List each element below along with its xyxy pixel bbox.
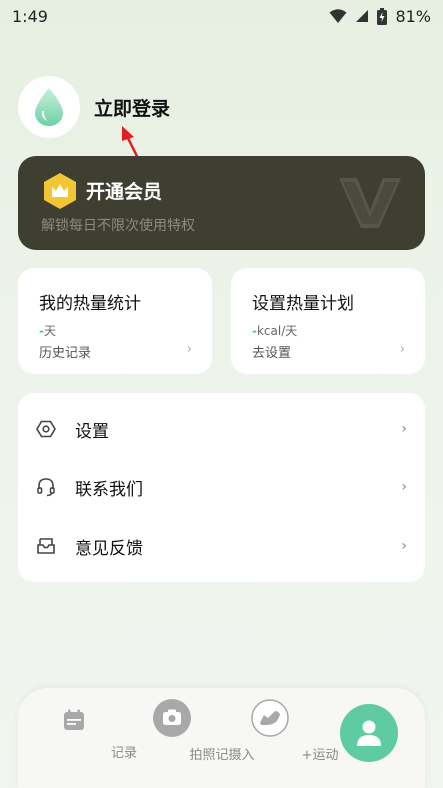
profile-row[interactable]: 立即登录: [18, 76, 170, 138]
tab-exercise[interactable]: +运动: [220, 688, 338, 788]
camera-icon: [153, 699, 191, 737]
crown-badge-icon: [44, 173, 76, 209]
avatar[interactable]: [18, 76, 80, 138]
status-icons: 81%: [329, 7, 431, 26]
battery-percent: 81%: [395, 6, 431, 26]
stat-value: -天: [39, 324, 56, 338]
chevron-right-icon: ›: [401, 421, 407, 437]
menu-item-settings[interactable]: 设置 ›: [18, 401, 425, 457]
chevron-right-icon: ›: [401, 538, 407, 554]
menu-item-contact[interactable]: 联系我们 ›: [18, 459, 425, 515]
menu-label: 联系我们: [75, 479, 143, 500]
settings-hexagon-icon: [36, 420, 56, 438]
tab-me[interactable]: [340, 704, 398, 762]
menu-list: 设置 › 联系我们 › 意见反馈 ›: [18, 393, 425, 582]
calendar-icon: [64, 709, 84, 730]
shoe-icon: [251, 699, 289, 737]
vip-subtitle: 解锁每日不限次使用特权: [41, 218, 195, 234]
water-drop-icon: [35, 88, 63, 126]
menu-label: 意见反馈: [75, 538, 143, 559]
headset-icon: [37, 478, 55, 497]
vip-card[interactable]: 开通会员 解锁每日不限次使用特权: [18, 156, 425, 250]
status-bar: 1:49 81%: [0, 0, 443, 32]
menu-item-feedback[interactable]: 意见反馈 ›: [18, 518, 425, 574]
calorie-stats-card[interactable]: 我的热量统计 -天 历史记录 ›: [18, 268, 212, 374]
stat-value: -kcal/天: [252, 324, 298, 338]
chevron-right-icon: ›: [186, 342, 192, 357]
status-time: 1:49: [12, 6, 48, 26]
vip-title: 开通会员: [86, 181, 163, 203]
tab-photo-intake[interactable]: 拍照记摄入: [122, 688, 255, 788]
calorie-plan-card[interactable]: 设置热量计划 -kcal/天 去设置 ›: [231, 268, 425, 374]
signal-icon: [356, 10, 369, 22]
wifi-icon: [329, 9, 347, 23]
user-icon: [357, 720, 381, 746]
history-link[interactable]: 历史记录: [39, 342, 91, 361]
chevron-right-icon: ›: [401, 479, 407, 495]
menu-label: 设置: [75, 421, 109, 442]
bottom-tab-bar: 记录 拍照记摄入 +运动: [18, 688, 425, 788]
login-button[interactable]: 立即登录: [94, 94, 170, 121]
stat-title: 设置热量计划: [252, 294, 354, 314]
stat-title: 我的热量统计: [39, 294, 141, 314]
v-logo-icon: [339, 178, 401, 228]
go-settings-link[interactable]: 去设置: [252, 342, 291, 361]
feedback-inbox-icon: [37, 538, 55, 554]
chevron-right-icon: ›: [399, 342, 405, 357]
battery-icon: [377, 7, 388, 25]
tab-record[interactable]: 记录: [24, 688, 137, 788]
